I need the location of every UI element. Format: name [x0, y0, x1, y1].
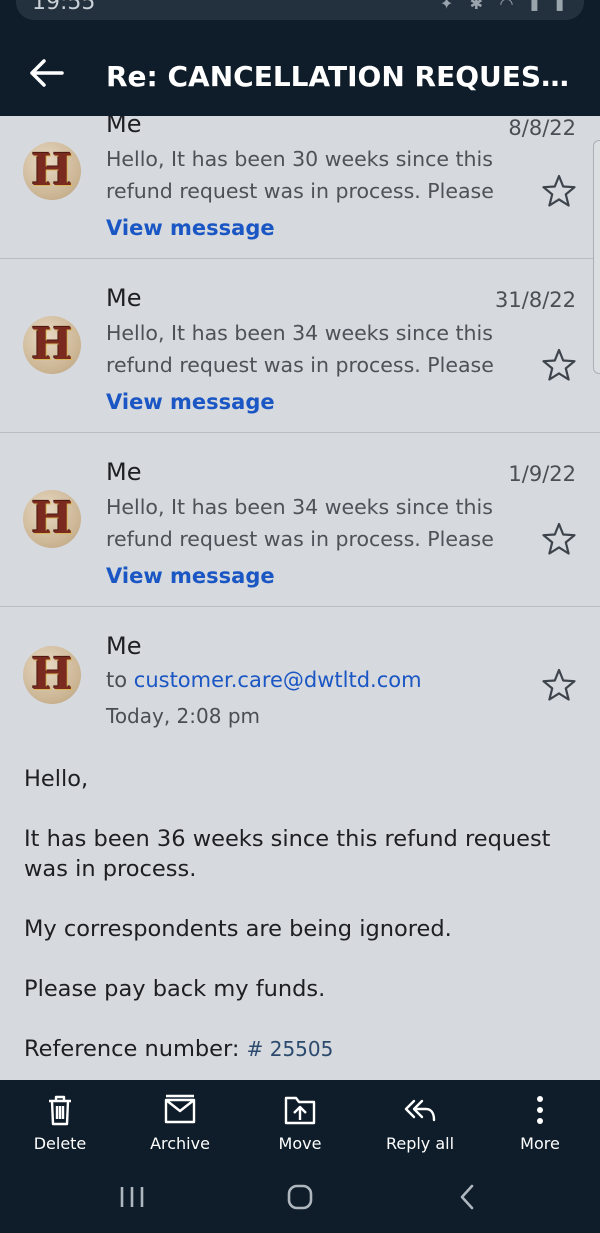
archive-label: Archive [150, 1134, 210, 1153]
sender-name: Me [106, 116, 142, 138]
move-folder-icon [284, 1096, 316, 1125]
recipient-line: to customer.care@dwtltd.com [106, 668, 422, 692]
message-body: Hello, It has been 36 weeks since this r… [24, 764, 584, 1064]
avatar: H [23, 316, 81, 374]
body-paragraph: My correspondents are being ignored. [24, 916, 452, 942]
reference-label: Reference number: [24, 1036, 240, 1062]
email-thread[interactable]: H Me 8/8/22 Hello, It has been 30 weeks … [0, 116, 600, 1080]
collapsed-message[interactable]: H Me 31/8/22 Hello, It has been 34 weeks… [0, 260, 600, 433]
view-message-link[interactable]: View message [106, 216, 275, 240]
trash-icon [49, 1095, 71, 1126]
star-icon[interactable] [542, 348, 576, 382]
message-snippet: Hello, It has been 34 weeks since this r… [106, 495, 494, 551]
back-nav-icon[interactable] [448, 1182, 488, 1212]
system-nav-bar [0, 1162, 600, 1233]
avatar: H [23, 646, 81, 704]
message-snippet: Hello, It has been 30 weeks since this r… [106, 147, 494, 203]
reply-all-label: Reply all [385, 1134, 455, 1153]
archive-button[interactable]: Archive [120, 1080, 240, 1162]
action-toolbar: Delete Archive Move Reply all More [0, 1080, 600, 1162]
message-date: 1/9/22 [508, 462, 576, 486]
archive-icon [164, 1094, 196, 1124]
recipient-email[interactable]: customer.care@dwtltd.com [134, 668, 422, 692]
message-timestamp: Today, 2:08 pm [106, 704, 261, 728]
status-icons: ✦ ✱ ◠ ▮ ▮ [439, 0, 570, 13]
collapsed-message[interactable]: H Me 8/8/22 Hello, It has been 30 weeks … [0, 116, 600, 259]
move-label: Move [278, 1134, 322, 1153]
reference-line: Reference number: # 25505 [24, 1034, 584, 1064]
message-snippet: Hello, It has been 34 weeks since this r… [106, 321, 494, 377]
reference-number[interactable]: # 25505 [247, 1037, 334, 1061]
home-icon[interactable] [280, 1182, 320, 1212]
view-message-link[interactable]: View message [106, 564, 275, 588]
status-time: 19:55 [32, 0, 96, 15]
delete-label: Delete [33, 1134, 87, 1153]
delete-button[interactable]: Delete [0, 1080, 120, 1162]
star-icon[interactable] [542, 174, 576, 208]
more-label: More [520, 1134, 560, 1153]
view-message-link[interactable]: View message [106, 390, 275, 414]
message-date: 8/8/22 [508, 116, 576, 140]
body-paragraph: Please pay back my funds. [24, 976, 326, 1002]
recipient-prefix: to [106, 668, 128, 692]
more-button[interactable]: More [480, 1080, 600, 1162]
star-icon[interactable] [542, 668, 576, 702]
scrollbar[interactable] [593, 140, 600, 374]
avatar: H [23, 490, 81, 548]
app-header: Re: CANCELLATION REQUEST SE... [0, 28, 600, 116]
recent-apps-icon[interactable] [112, 1182, 152, 1212]
reply-all-icon [404, 1099, 436, 1122]
more-vertical-icon [537, 1096, 543, 1124]
message-date: 31/8/22 [495, 288, 576, 312]
status-bar: 19:55 ✦ ✱ ◠ ▮ ▮ [0, 0, 600, 28]
email-subject-title: Re: CANCELLATION REQUEST SE... [106, 60, 576, 93]
sender-name: Me [106, 284, 142, 312]
body-greeting: Hello, [24, 766, 89, 792]
star-icon[interactable] [542, 522, 576, 556]
collapsed-message[interactable]: H Me 1/9/22 Hello, It has been 34 weeks … [0, 434, 600, 607]
avatar: H [23, 142, 81, 200]
body-paragraph: It has been 36 weeks since this refund r… [24, 826, 551, 882]
move-button[interactable]: Move [240, 1080, 360, 1162]
sender-name: Me [106, 632, 142, 660]
back-arrow-icon[interactable] [28, 58, 64, 88]
reply-all-button[interactable]: Reply all [360, 1080, 480, 1162]
sender-name: Me [106, 458, 142, 486]
